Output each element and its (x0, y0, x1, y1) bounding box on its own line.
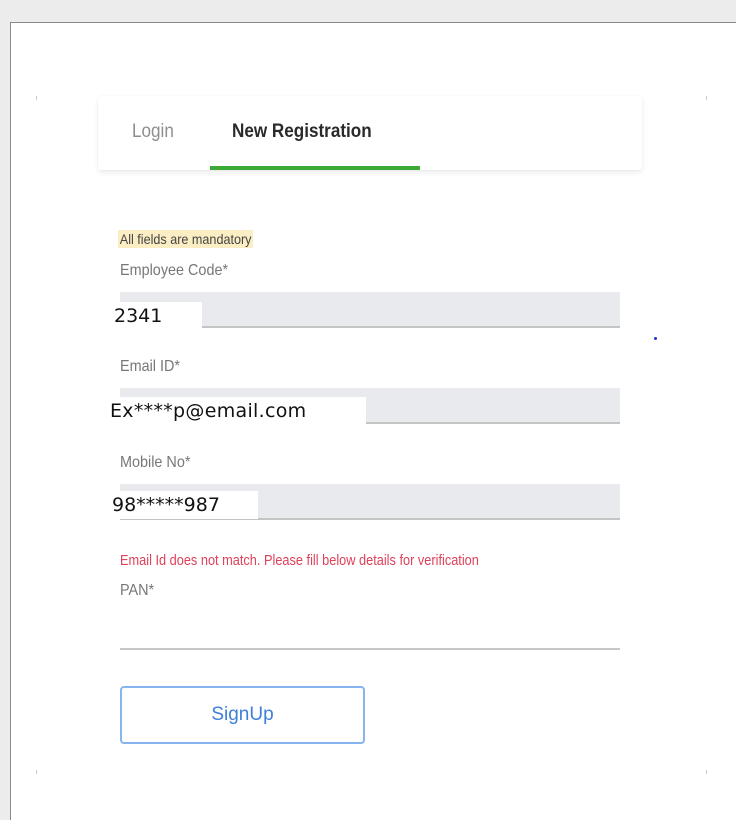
signup-button[interactable]: SignUp (120, 686, 365, 744)
stray-dot (654, 337, 657, 340)
pan-label: PAN* (120, 582, 155, 599)
email-mismatch-error: Email Id does not match. Please fill bel… (120, 553, 479, 569)
email-value: Ex****p@email.com (104, 397, 366, 425)
corner-mark (36, 770, 37, 774)
employee-code-value: 2341 (108, 302, 202, 330)
mandatory-notice: All fields are mandatory (118, 230, 254, 248)
tab-new-registration[interactable]: New Registration (232, 96, 372, 170)
mobile-value: 98*****987 (106, 491, 258, 519)
mobile-label: Mobile No* (120, 454, 191, 471)
tab-login[interactable]: Login (132, 96, 174, 170)
tab-bar: Login New Registration (98, 96, 642, 170)
corner-mark (706, 770, 707, 774)
corner-mark (706, 96, 707, 100)
employee-code-label: Employee Code* (120, 262, 229, 279)
pan-field[interactable] (120, 614, 620, 650)
active-tab-indicator (210, 166, 420, 170)
corner-mark (36, 96, 37, 100)
email-label: Email ID* (120, 358, 181, 375)
